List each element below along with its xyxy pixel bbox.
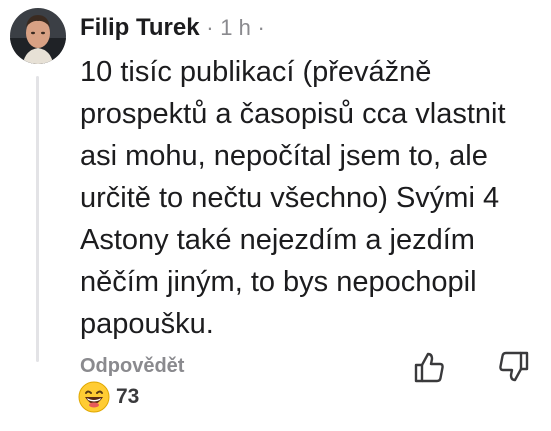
- avatar-photo: [10, 8, 66, 64]
- thread-line: [36, 76, 39, 362]
- meta-separator: ·: [206, 15, 214, 40]
- comment-header: Filip Turek · 1 h ·: [80, 13, 265, 43]
- laughing-emoji-icon: [78, 381, 110, 413]
- comment-text: 10 tisíc publikací (převážně prospektů a…: [80, 56, 506, 340]
- dislike-button[interactable]: [497, 350, 531, 384]
- reaction-count: 73: [116, 385, 140, 408]
- thumbs-down-icon: [499, 351, 529, 382]
- reply-button[interactable]: Odpovědět: [80, 353, 184, 379]
- avatar[interactable]: [10, 8, 66, 64]
- meta-separator-trailing: ·: [257, 15, 265, 40]
- reaction-summary[interactable]: 73: [78, 381, 139, 413]
- thumbs-up-icon: [414, 352, 444, 383]
- author-name[interactable]: Filip Turek: [80, 14, 200, 41]
- timestamp: 1 h: [220, 15, 251, 40]
- like-button[interactable]: [412, 350, 446, 384]
